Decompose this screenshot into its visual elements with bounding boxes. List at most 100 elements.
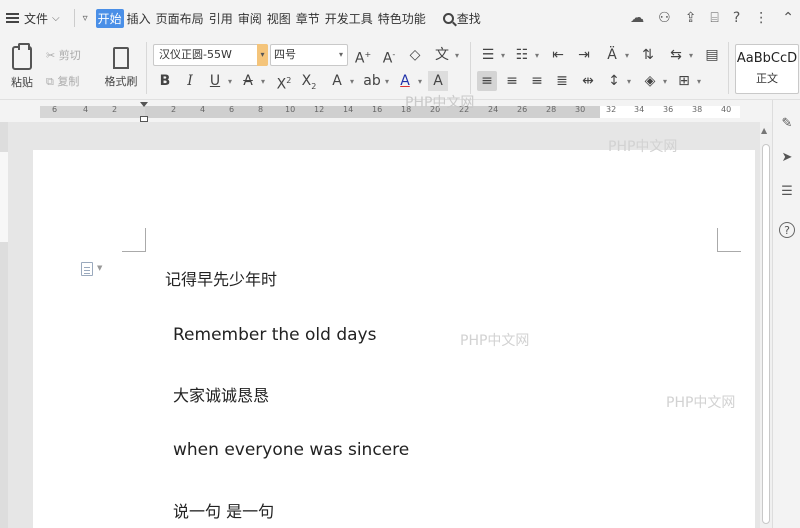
ruler-tick: 4 (83, 105, 89, 114)
first-line-indent-marker[interactable] (140, 102, 148, 107)
chevron-down-icon[interactable]: ▼ (97, 264, 102, 272)
paragraph[interactable]: 说一句 是一句 (173, 498, 274, 522)
paragraph[interactable]: Remember the old days (173, 325, 376, 345)
tab-view[interactable]: 视图 (265, 9, 293, 28)
font-size-select[interactable]: 四号 ▾ (270, 44, 348, 66)
scrollbar-thumb[interactable] (762, 144, 770, 524)
phonetic-guide-icon[interactable]: 文 (432, 45, 459, 66)
document-icon[interactable] (81, 262, 93, 276)
ruler-tick: 40 (721, 105, 732, 114)
paragraph[interactable]: when everyone was sincere (173, 440, 409, 460)
vertical-scrollbar[interactable]: ▲ (760, 122, 772, 528)
numbered-list-icon[interactable]: ☷ (512, 45, 539, 66)
more-icon[interactable]: ⋮ (754, 10, 768, 26)
underline-icon[interactable]: U (205, 71, 232, 92)
file-menu[interactable]: 文件 ⌵ (0, 6, 68, 30)
add-user-icon[interactable]: ⚇ (658, 10, 671, 26)
ruler-tick: 2 (112, 105, 118, 114)
watermark: PHP中文网 (608, 139, 678, 155)
grow-font-icon[interactable]: A+ (353, 45, 373, 67)
tab-insert[interactable]: 插入 (125, 9, 153, 28)
ruler-tick: 32 (606, 105, 617, 114)
distributed-align-icon[interactable]: ⇹ (578, 71, 598, 91)
share-icon[interactable]: ⇪ (685, 10, 697, 26)
divider (470, 42, 471, 94)
title-actions: ☁ ⚇ ⇪ ⌸ ? ⋮ ⌃ (630, 0, 794, 36)
tab-section[interactable]: 章节 (294, 9, 322, 28)
subscript-icon[interactable]: X2 (299, 71, 319, 91)
strikethrough-icon[interactable]: A (238, 71, 265, 92)
text-effects-icon[interactable]: A (327, 71, 354, 92)
highlight-icon[interactable]: ab (362, 71, 389, 92)
paragraph[interactable]: 大家诚诚恳恳 (173, 382, 269, 406)
line-spacing-icon[interactable]: ↕ (604, 71, 631, 92)
document-page[interactable]: ▼ 记得早先少年时 Remember the old days 大家诚诚恳恳 w… (33, 139, 755, 528)
decrease-indent-icon[interactable]: ⇤ (548, 45, 568, 65)
ruler-tick: 6 (52, 105, 58, 114)
font-color-icon[interactable]: A (395, 71, 422, 92)
paste-label: 粘贴 (11, 76, 33, 89)
increase-indent-icon[interactable]: ⇥ (574, 45, 594, 65)
character-shading-icon[interactable]: A (428, 71, 448, 91)
font-name-select[interactable]: 汉仪正圆-55W ▾ (153, 44, 268, 66)
format-painter-icon (113, 47, 129, 69)
clear-format-icon[interactable]: ◇ (405, 45, 425, 65)
paste-button[interactable]: 粘贴 (4, 42, 40, 94)
menu-bar: 文件 ⌵ ▿ 开始 插入 页面布局 引用 审阅 视图 章节 开发工具 特色功能 … (0, 0, 800, 36)
superscript-icon[interactable]: X2 (274, 71, 294, 93)
chinese-layout-icon[interactable]: Ä (602, 45, 629, 66)
tab-references[interactable]: 引用 (207, 9, 235, 28)
italic-icon[interactable]: I (180, 71, 200, 91)
chevron-down-icon[interactable]: ▾ (257, 44, 268, 66)
bold-icon[interactable]: B (155, 71, 175, 91)
tab-review[interactable]: 审阅 (236, 9, 264, 28)
style-name: 正文 (756, 72, 778, 85)
ruler-tick: 2 (171, 105, 177, 114)
bullet-list-icon[interactable]: ☰ (478, 45, 505, 66)
ruler-tick: 16 (372, 105, 383, 114)
tab-page-layout[interactable]: 页面布局 (154, 9, 206, 28)
divider (146, 42, 147, 94)
shading-icon[interactable]: ◈ (640, 71, 667, 92)
search-icon (442, 12, 454, 24)
align-right-icon[interactable]: ≡ (527, 71, 547, 91)
justify-icon[interactable]: ≣ (552, 71, 572, 91)
format-painter-button[interactable]: 格式刷 (100, 42, 142, 94)
ruler-tick: 4 (200, 105, 206, 114)
align-left-icon[interactable]: ≡ (477, 71, 497, 91)
show-hide-marks-icon[interactable]: ⇆ (666, 45, 693, 66)
document-canvas[interactable]: ▼ 记得早先少年时 Remember the old days 大家诚诚恳恳 w… (8, 122, 760, 528)
margin-corner-top-left (122, 228, 146, 252)
quick-access-dropdown-icon[interactable]: ▿ (83, 13, 88, 24)
table-layout-icon[interactable]: ▤ (702, 45, 722, 65)
select-cursor-icon[interactable]: ➤ (779, 150, 795, 166)
tab-special-features[interactable]: 特色功能 (376, 9, 428, 28)
watermark: PHP中文网 (460, 333, 530, 349)
cut-button[interactable]: ✂ 剪切 (46, 47, 81, 63)
scroll-up-icon[interactable]: ▲ (761, 126, 767, 135)
copy-button[interactable]: ⧉ 复制 (46, 73, 79, 89)
sort-icon[interactable]: ⇅ (638, 45, 658, 65)
help-icon[interactable]: ? (779, 222, 795, 238)
cloud-sync-icon[interactable]: ☁ (630, 10, 644, 26)
horizontal-ruler[interactable]: 6 4 2 2 4 6 8 10 12 14 16 18 20 22 24 26… (0, 100, 760, 122)
borders-icon[interactable]: ⊞ (674, 71, 701, 92)
style-normal[interactable]: AaBbCcD 正文 (735, 44, 799, 94)
ribbon: 粘贴 ✂ 剪切 ⧉ 复制 格式刷 汉仪正圆-55W ▾ 四号 ▾ A+ A- ◇… (0, 36, 800, 100)
edit-icon[interactable]: ✎ (779, 116, 795, 132)
shrink-font-icon[interactable]: A- (379, 45, 399, 67)
tab-home[interactable]: 开始 (95, 8, 124, 28)
ruler-tick: 26 (517, 105, 528, 114)
font-size-value: 四号 (274, 48, 296, 61)
paragraph[interactable]: 记得早先少年时 (165, 266, 277, 290)
search-button[interactable]: 查找 (442, 10, 481, 27)
right-task-pane: ✎ ➤ ☰ ? (772, 100, 800, 528)
ruler-tick: 12 (314, 105, 325, 114)
help-icon[interactable]: ? (733, 10, 740, 26)
tab-developer[interactable]: 开发工具 (323, 9, 375, 28)
settings-sliders-icon[interactable]: ☰ (779, 184, 795, 200)
toolbox-icon[interactable]: ⌸ (710, 10, 718, 26)
ruler-tick: 24 (488, 105, 499, 114)
collapse-ribbon-icon[interactable]: ⌃ (782, 10, 794, 26)
align-center-icon[interactable]: ≡ (502, 71, 522, 91)
